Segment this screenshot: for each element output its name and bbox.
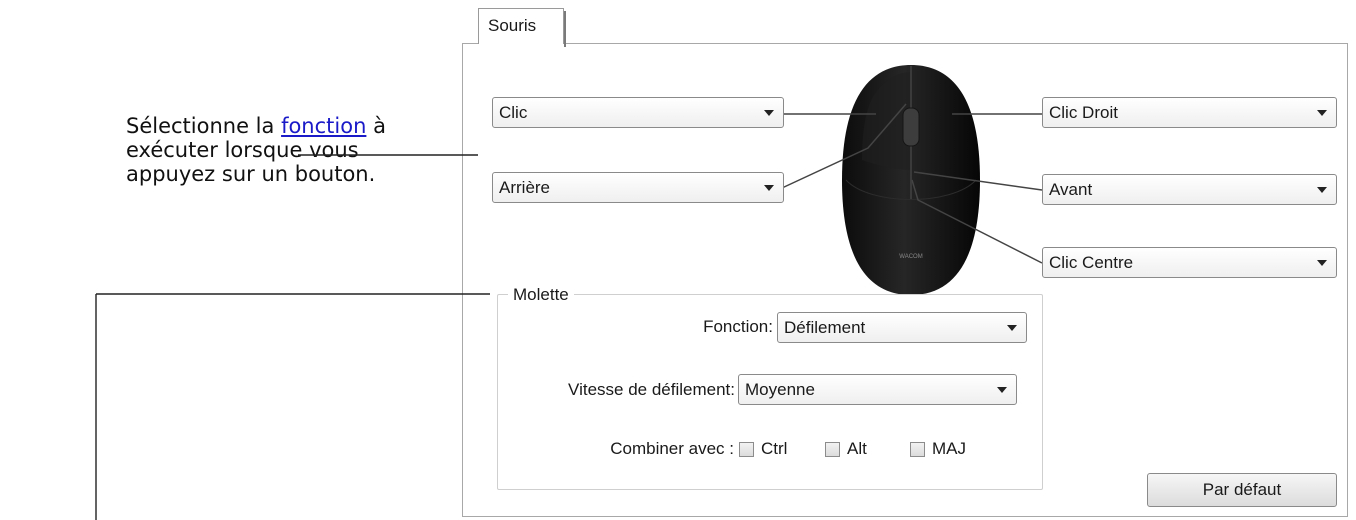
wheel-function-value: Défilement bbox=[784, 318, 866, 337]
back-button-value: Arrière bbox=[499, 178, 551, 197]
chevron-down-icon bbox=[1007, 325, 1017, 331]
left-button-select[interactable]: Clic bbox=[492, 97, 784, 128]
chevron-down-icon bbox=[764, 185, 774, 191]
forward-button-select[interactable]: Avant bbox=[1042, 174, 1337, 205]
scroll-speed-label: Vitesse de défilement: bbox=[568, 380, 735, 399]
svg-text:WACOM: WACOM bbox=[899, 254, 922, 260]
left-button-value: Clic bbox=[499, 103, 528, 122]
back-button-select[interactable]: Arrière bbox=[492, 172, 784, 203]
wheel-group-label: Molette bbox=[508, 285, 574, 305]
alt-label: Alt bbox=[847, 439, 867, 458]
scroll-speed-value: Moyenne bbox=[745, 380, 815, 399]
default-button[interactable]: Par défaut bbox=[1147, 473, 1337, 507]
chevron-down-icon bbox=[764, 110, 774, 116]
mouse-icon: WACOM bbox=[842, 65, 980, 295]
forward-button-value: Avant bbox=[1049, 180, 1093, 199]
right-button-value: Clic Droit bbox=[1049, 103, 1118, 122]
chevron-down-icon bbox=[1317, 260, 1327, 266]
wheel-function-label: Fonction: bbox=[703, 317, 773, 336]
chevron-down-icon bbox=[1317, 110, 1327, 116]
chevron-down-icon bbox=[1317, 187, 1327, 193]
maj-label: MAJ bbox=[932, 439, 966, 458]
scroll-speed-select[interactable]: Moyenne bbox=[738, 374, 1017, 405]
middle-button-value: Clic Centre bbox=[1049, 253, 1134, 272]
combine-label: Combiner avec : bbox=[610, 439, 734, 458]
chevron-down-icon bbox=[997, 387, 1007, 393]
wheel-function-select[interactable]: Défilement bbox=[777, 312, 1027, 343]
tab-souris[interactable]: Souris bbox=[478, 8, 566, 47]
right-button-select[interactable]: Clic Droit bbox=[1042, 97, 1337, 128]
scroll-wheel bbox=[902, 107, 920, 147]
middle-button-select[interactable]: Clic Centre bbox=[1042, 247, 1337, 278]
alt-checkbox[interactable] bbox=[825, 442, 840, 457]
tab-label: Souris bbox=[488, 16, 537, 35]
maj-checkbox[interactable] bbox=[910, 442, 925, 457]
ctrl-label: Ctrl bbox=[761, 439, 788, 458]
ctrl-checkbox[interactable] bbox=[739, 442, 754, 457]
